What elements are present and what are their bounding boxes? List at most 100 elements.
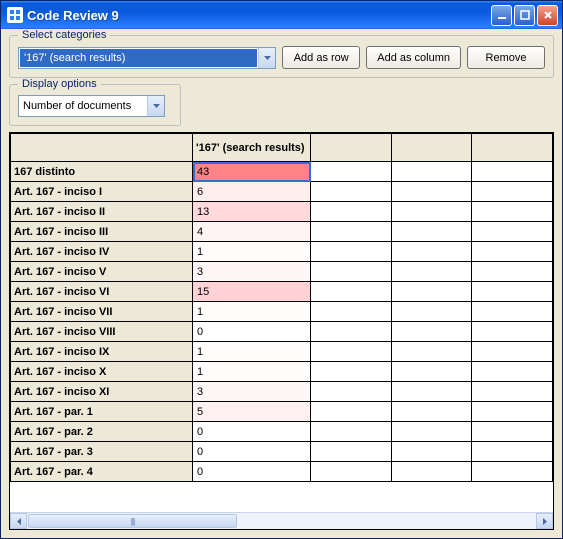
- cell-empty: [472, 162, 553, 182]
- remove-button[interactable]: Remove: [467, 46, 545, 69]
- column-header[interactable]: '167' (search results): [193, 134, 311, 162]
- cell-empty: [391, 422, 472, 442]
- close-button[interactable]: [537, 5, 558, 26]
- add-row-button[interactable]: Add as row: [282, 46, 360, 69]
- cell-value[interactable]: 15: [193, 282, 311, 302]
- cell-value[interactable]: 0: [193, 422, 311, 442]
- cell-value[interactable]: 43: [193, 162, 311, 182]
- table-row[interactable]: Art. 167 - inciso I6: [11, 182, 553, 202]
- chevron-down-icon: [147, 96, 164, 116]
- app-icon: [7, 7, 23, 23]
- table-row[interactable]: Art. 167 - inciso X1: [11, 362, 553, 382]
- cell-empty: [311, 462, 392, 482]
- cell-value[interactable]: 1: [193, 242, 311, 262]
- cell-value[interactable]: 3: [193, 382, 311, 402]
- cell-value[interactable]: 1: [193, 362, 311, 382]
- cell-value[interactable]: 6: [193, 182, 311, 202]
- cell-empty: [391, 462, 472, 482]
- cell-empty: [472, 302, 553, 322]
- cell-empty: [311, 342, 392, 362]
- cell-value[interactable]: 1: [193, 302, 311, 322]
- table-row[interactable]: Art. 167 - inciso IV1: [11, 242, 553, 262]
- column-header-empty: [311, 134, 392, 162]
- cell-value[interactable]: 5: [193, 402, 311, 422]
- cell-empty: [311, 282, 392, 302]
- cell-empty: [311, 222, 392, 242]
- cell-empty: [472, 282, 553, 302]
- row-header[interactable]: Art. 167 - par. 2: [11, 422, 193, 442]
- cell-empty: [391, 382, 472, 402]
- table-row[interactable]: Art. 167 - inciso V3: [11, 262, 553, 282]
- table-row[interactable]: Art. 167 - par. 15: [11, 402, 553, 422]
- display-dropdown[interactable]: Number of documents: [18, 95, 165, 117]
- cell-value[interactable]: 4: [193, 222, 311, 242]
- cell-empty: [311, 242, 392, 262]
- row-header[interactable]: Art. 167 - inciso I: [11, 182, 193, 202]
- row-header[interactable]: Art. 167 - inciso XI: [11, 382, 193, 402]
- scroll-thumb[interactable]: ||||: [28, 514, 237, 528]
- cell-empty: [311, 302, 392, 322]
- category-dropdown[interactable]: '167' (search results): [18, 47, 276, 69]
- row-header[interactable]: 167 distinto: [11, 162, 193, 182]
- cell-empty: [391, 202, 472, 222]
- cell-empty: [391, 162, 472, 182]
- cell-empty: [311, 402, 392, 422]
- cell-value[interactable]: 1: [193, 342, 311, 362]
- row-header[interactable]: Art. 167 - inciso VI: [11, 282, 193, 302]
- table-row[interactable]: Art. 167 - inciso XI3: [11, 382, 553, 402]
- table-row[interactable]: Art. 167 - inciso IX1: [11, 342, 553, 362]
- table-row[interactable]: Art. 167 - inciso VIII0: [11, 322, 553, 342]
- row-header[interactable]: Art. 167 - inciso IV: [11, 242, 193, 262]
- category-selected: '167' (search results): [20, 49, 257, 67]
- cell-empty: [311, 362, 392, 382]
- scroll-left-button[interactable]: [10, 513, 27, 529]
- maximize-button[interactable]: [514, 5, 535, 26]
- column-header-empty: [391, 134, 472, 162]
- row-header[interactable]: Art. 167 - par. 3: [11, 442, 193, 462]
- cell-empty: [311, 262, 392, 282]
- row-header[interactable]: Art. 167 - inciso V: [11, 262, 193, 282]
- horizontal-scrollbar[interactable]: ||||: [10, 512, 553, 529]
- table-row[interactable]: 167 distinto43: [11, 162, 553, 182]
- cell-value[interactable]: 13: [193, 202, 311, 222]
- row-header[interactable]: Art. 167 - inciso III: [11, 222, 193, 242]
- cell-empty: [472, 362, 553, 382]
- table-row[interactable]: Art. 167 - inciso II13: [11, 202, 553, 222]
- table-row[interactable]: Art. 167 - inciso III4: [11, 222, 553, 242]
- cell-empty: [311, 442, 392, 462]
- scroll-right-button[interactable]: [536, 513, 553, 529]
- cell-empty: [391, 182, 472, 202]
- cell-value[interactable]: 0: [193, 442, 311, 462]
- cell-value[interactable]: 0: [193, 322, 311, 342]
- cell-value[interactable]: 0: [193, 462, 311, 482]
- table-row[interactable]: Art. 167 - inciso VII1: [11, 302, 553, 322]
- row-header[interactable]: Art. 167 - inciso II: [11, 202, 193, 222]
- row-header[interactable]: Art. 167 - par. 1: [11, 402, 193, 422]
- row-header[interactable]: Art. 167 - inciso VII: [11, 302, 193, 322]
- add-column-button[interactable]: Add as column: [366, 46, 461, 69]
- cell-empty: [391, 262, 472, 282]
- table-row[interactable]: Art. 167 - par. 30: [11, 442, 553, 462]
- results-table[interactable]: '167' (search results) 167 distinto43Art…: [10, 133, 553, 482]
- table-row[interactable]: Art. 167 - inciso VI15: [11, 282, 553, 302]
- title-bar[interactable]: Code Review 9: [1, 1, 562, 29]
- row-header[interactable]: Art. 167 - par. 4: [11, 462, 193, 482]
- row-header[interactable]: Art. 167 - inciso IX: [11, 342, 193, 362]
- cell-value[interactable]: 3: [193, 262, 311, 282]
- scroll-track[interactable]: ||||: [27, 513, 536, 529]
- table-row[interactable]: Art. 167 - par. 20: [11, 422, 553, 442]
- cell-empty: [311, 422, 392, 442]
- row-header[interactable]: Art. 167 - inciso X: [11, 362, 193, 382]
- categories-legend: Select categories: [18, 29, 110, 41]
- display-selected: Number of documents: [19, 98, 147, 114]
- cell-empty: [472, 422, 553, 442]
- chevron-down-icon: [258, 48, 275, 68]
- cell-empty: [472, 342, 553, 362]
- cell-empty: [311, 202, 392, 222]
- minimize-button[interactable]: [491, 5, 512, 26]
- cell-empty: [472, 442, 553, 462]
- table-row[interactable]: Art. 167 - par. 40: [11, 462, 553, 482]
- row-header[interactable]: Art. 167 - inciso VIII: [11, 322, 193, 342]
- results-table-container: '167' (search results) 167 distinto43Art…: [9, 132, 554, 530]
- display-group: Display options Number of documents: [9, 84, 181, 126]
